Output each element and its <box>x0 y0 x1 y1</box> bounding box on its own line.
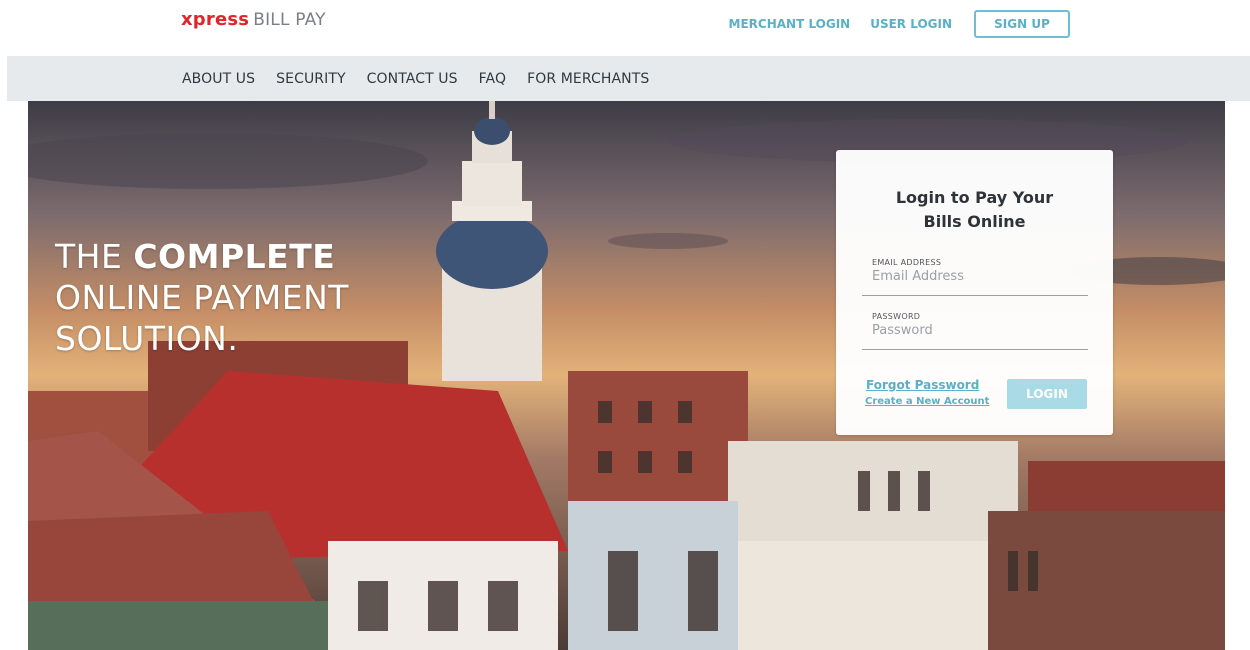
email-field: EMAIL ADDRESS <box>862 258 1088 296</box>
header-links: MERCHANT LOGIN USER LOGIN SIGN UP <box>709 10 1070 38</box>
site-header: xpress BILL PAY MERCHANT LOGIN USER LOGIN… <box>0 0 1250 56</box>
nav-item-faq[interactable]: FAQ <box>479 71 506 87</box>
login-title-line1: Login to Pay Your <box>895 188 1054 207</box>
logo-brand: xpress <box>181 9 250 30</box>
forgot-password-link[interactable]: Forgot Password <box>866 378 979 392</box>
tagline-prefix: THE <box>55 237 123 276</box>
merchant-login-link[interactable]: MERCHANT LOGIN <box>729 11 851 38</box>
login-title: Login to Pay Your Bills Online <box>836 186 1113 234</box>
tagline-line2: ONLINE PAYMENT <box>55 278 349 317</box>
tagline-bold: COMPLETE <box>133 237 336 276</box>
logo-rest: BILL PAY <box>253 10 326 30</box>
email-input[interactable] <box>862 267 1088 290</box>
nav-item-security[interactable]: SECURITY <box>276 71 346 87</box>
nav-item-contact-us[interactable]: CONTACT US <box>367 71 458 87</box>
logo[interactable]: xpress BILL PAY <box>181 9 326 30</box>
hero-tagline: THE COMPLETE ONLINE PAYMENT SOLUTION. <box>55 236 349 359</box>
login-card: Login to Pay Your Bills Online EMAIL ADD… <box>836 150 1113 435</box>
nav-item-about-us[interactable]: ABOUT US <box>182 71 255 87</box>
password-input[interactable] <box>862 321 1088 344</box>
login-title-line2: Bills Online <box>923 212 1026 231</box>
password-field: PASSWORD <box>862 312 1088 350</box>
main-nav: ABOUT US SECURITY CONTACT US FAQ FOR MER… <box>7 56 1250 101</box>
create-account-link[interactable]: Create a New Account <box>865 396 989 407</box>
password-label: PASSWORD <box>872 312 921 321</box>
tagline-line3: SOLUTION. <box>55 319 239 358</box>
sign-up-button[interactable]: SIGN UP <box>974 10 1070 38</box>
user-login-link[interactable]: USER LOGIN <box>870 11 952 38</box>
email-label: EMAIL ADDRESS <box>872 258 942 267</box>
nav-item-for-merchants[interactable]: FOR MERCHANTS <box>527 71 649 87</box>
login-button[interactable]: LOGIN <box>1007 379 1087 409</box>
